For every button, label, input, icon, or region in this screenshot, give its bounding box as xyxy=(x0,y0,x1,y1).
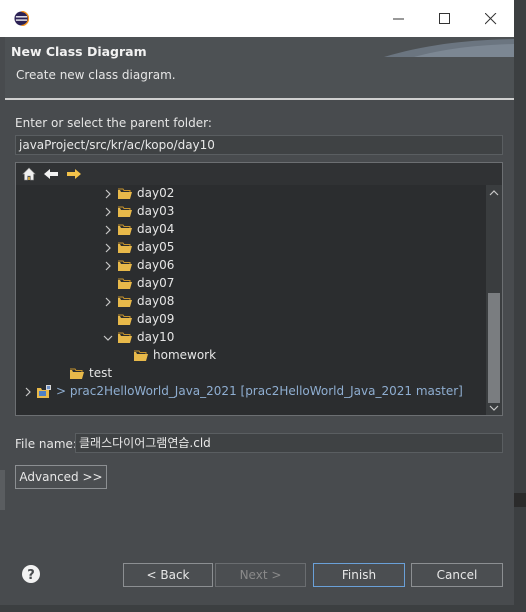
tree-item-label: day05 xyxy=(137,240,175,254)
banner-graphic xyxy=(384,39,514,57)
background-bottom xyxy=(0,605,526,612)
chevron-right-icon[interactable] xyxy=(102,241,114,255)
maximize-icon xyxy=(439,13,450,24)
maximize-button[interactable] xyxy=(422,4,468,33)
parent-folder-input[interactable]: javaProject/src/kr/ac/kopo/day10 xyxy=(15,135,503,155)
file-name-label: File name: xyxy=(15,437,77,451)
tree-item-label: day04 xyxy=(137,222,175,236)
file-name-input[interactable]: 클래스다이어그램연습.cld xyxy=(75,433,503,453)
dialog-title: New Class Diagram xyxy=(11,44,147,59)
tree-item-label: test xyxy=(89,366,113,380)
parent-folder-label-text: Enter or select the parent folder: xyxy=(15,116,212,130)
tree-item-label: day08 xyxy=(137,294,175,308)
chevron-right-icon[interactable] xyxy=(102,187,114,201)
advanced-button[interactable]: Advanced >> xyxy=(15,465,107,489)
scroll-down-icon[interactable] xyxy=(489,404,499,412)
dialog-header: New Class Diagram Create new class diagr… xyxy=(5,37,514,99)
svg-text:?: ? xyxy=(27,568,35,583)
project-icon xyxy=(37,385,51,398)
forward-arrow-icon[interactable] xyxy=(66,166,82,182)
scroll-up-icon[interactable] xyxy=(489,189,499,197)
file-name-label-text: File name: xyxy=(15,437,77,451)
tree-rows: day02 day03 day04 day05 day06 day07 day0… xyxy=(16,185,486,415)
folder-icon xyxy=(118,260,132,271)
new-class-diagram-dialog: New Class Diagram Create new class diagr… xyxy=(0,0,526,612)
close-button[interactable] xyxy=(468,4,514,33)
folder-icon xyxy=(118,278,132,289)
eclipse-icon xyxy=(14,11,29,26)
tree-item-label: day10 xyxy=(137,330,175,344)
next-button[interactable]: Next > xyxy=(215,563,306,587)
tree-item-homework[interactable]: homework xyxy=(16,347,486,365)
tree-item-day08[interactable]: day08 xyxy=(16,293,486,311)
chevron-right-icon[interactable] xyxy=(102,223,114,237)
chevron-right-icon[interactable] xyxy=(102,295,114,309)
home-icon[interactable] xyxy=(21,166,37,182)
folder-tree[interactable]: day02 day03 day04 day05 day06 day07 day0… xyxy=(15,162,503,416)
chevron-down-icon[interactable] xyxy=(102,331,114,345)
chevron-right-icon[interactable] xyxy=(22,385,34,399)
scrollbar-thumb[interactable] xyxy=(488,293,500,403)
header-separator xyxy=(5,98,514,100)
folder-icon xyxy=(118,206,132,217)
dialog-description: Create new class diagram. xyxy=(16,68,176,82)
tree-item-day03[interactable]: day03 xyxy=(16,203,486,221)
folder-icon xyxy=(118,332,132,343)
tree-item-label: homework xyxy=(153,348,217,362)
tree-item-label: day03 xyxy=(137,204,175,218)
tree-item-project[interactable]: > prac2HelloWorld_Java_2021 [prac2HelloW… xyxy=(16,383,486,401)
tree-item-day05[interactable]: day05 xyxy=(16,239,486,257)
tree-item-day09[interactable]: day09 xyxy=(16,311,486,329)
folder-icon xyxy=(118,224,132,235)
chevron-right-icon[interactable] xyxy=(102,205,114,219)
tree-item-day02[interactable]: day02 xyxy=(16,185,486,203)
background-strip xyxy=(514,0,526,612)
tree-item-label: day06 xyxy=(137,258,175,272)
background-edge-line xyxy=(514,493,526,507)
minimize-icon xyxy=(393,18,404,20)
cancel-button[interactable]: Cancel xyxy=(411,563,503,587)
tree-item-label: > prac2HelloWorld_Java_2021 [prac2HelloW… xyxy=(56,384,463,398)
tree-item-day06[interactable]: day06 xyxy=(16,257,486,275)
help-icon[interactable]: ? xyxy=(21,564,41,584)
folder-icon xyxy=(118,314,132,325)
tree-item-day10[interactable]: day10 xyxy=(16,329,486,347)
folder-icon xyxy=(118,296,132,307)
folder-icon xyxy=(118,242,132,253)
tree-item-label: day02 xyxy=(137,186,175,200)
chevron-right-icon[interactable] xyxy=(102,259,114,273)
tree-item-day04[interactable]: day04 xyxy=(16,221,486,239)
close-icon xyxy=(485,13,497,25)
window-titlebar xyxy=(0,0,526,37)
tree-scrollbar[interactable] xyxy=(486,185,502,415)
background-edge xyxy=(0,470,5,510)
folder-icon xyxy=(134,350,148,361)
tree-toolbar xyxy=(16,163,502,185)
minimize-button[interactable] xyxy=(376,4,422,33)
finish-button[interactable]: Finish xyxy=(313,563,405,587)
tree-item-label: day09 xyxy=(137,312,175,326)
tree-item-day07[interactable]: day07 xyxy=(16,275,486,293)
tree-item-label: day07 xyxy=(137,276,175,290)
folder-icon xyxy=(70,368,84,379)
back-button[interactable]: < Back xyxy=(123,563,213,587)
back-arrow-icon[interactable] xyxy=(43,166,59,182)
folder-icon xyxy=(118,188,132,199)
parent-folder-label: Enter or select the parent folder: xyxy=(15,116,212,130)
tree-item-test[interactable]: test xyxy=(16,365,486,383)
